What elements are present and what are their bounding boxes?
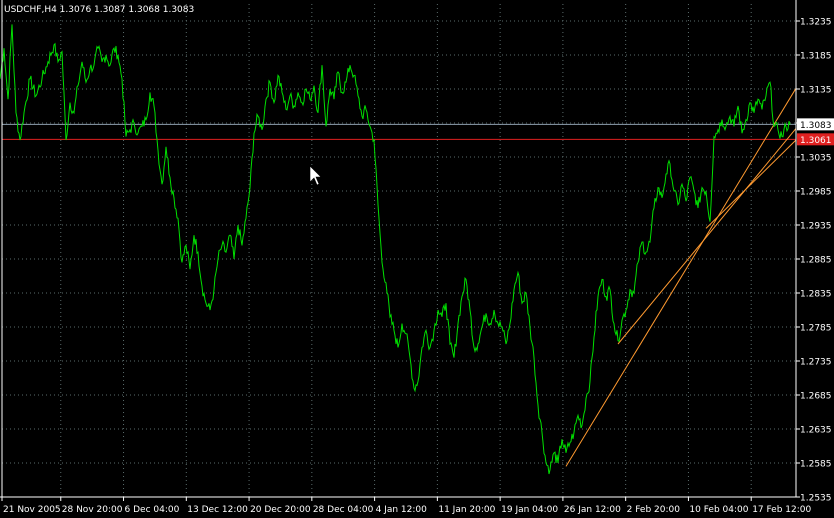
y-tick-label: 1.2785 — [800, 324, 832, 334]
x-tick-label: 20 Dec 20:00 — [250, 505, 311, 515]
y-tick-label: 1.3135 — [800, 86, 832, 96]
y-tick-label: 1.2935 — [800, 222, 832, 232]
x-tick-label: 21 Nov 2005 — [3, 505, 61, 515]
current-price-label: 1.3083 — [800, 121, 832, 131]
x-tick-label: 17 Feb 12:00 — [752, 505, 811, 515]
x-tick-label: 6 Dec 04:00 — [125, 505, 180, 515]
price-line-label: 1.3061 — [800, 136, 832, 146]
y-tick-label: 1.3235 — [800, 18, 832, 28]
x-tick-label: 4 Jan 12:00 — [376, 505, 428, 515]
x-tick-label: 28 Nov 20:00 — [62, 505, 123, 515]
y-tick-label: 1.2985 — [800, 188, 832, 198]
y-axis: 1.32351.31851.31351.30851.30351.29851.29… — [796, 18, 832, 504]
y-tick-label: 1.2535 — [800, 494, 832, 504]
x-tick-label: 11 Jan 20:00 — [438, 505, 495, 515]
price-chart: 1.32351.31851.31351.30851.30351.29851.29… — [0, 0, 834, 518]
y-tick-label: 1.2735 — [800, 358, 832, 368]
y-tick-label: 1.2685 — [800, 392, 832, 402]
y-tick-label: 1.2885 — [800, 256, 832, 266]
y-tick-label: 1.2835 — [800, 290, 832, 300]
x-tick-label: 10 Feb 04:00 — [689, 505, 748, 515]
x-tick-label: 26 Jan 12:00 — [564, 505, 621, 515]
chart-title: USDCHF,H4 1.3076 1.3087 1.3068 1.3083 — [4, 5, 194, 15]
x-tick-label: 2 Feb 20:00 — [627, 505, 681, 515]
y-tick-label: 1.3185 — [800, 52, 832, 62]
x-tick-label: 13 Dec 12:00 — [187, 505, 248, 515]
y-tick-label: 1.2585 — [800, 460, 832, 470]
x-tick-label: 19 Jan 04:00 — [501, 505, 558, 515]
x-tick-label: 28 Dec 04:00 — [313, 505, 374, 515]
y-tick-label: 1.2635 — [800, 426, 832, 436]
y-tick-label: 1.3035 — [800, 154, 832, 164]
chart-background — [0, 0, 834, 518]
